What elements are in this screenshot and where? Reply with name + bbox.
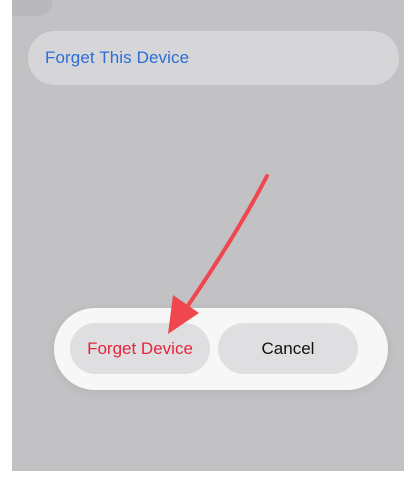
top-shade bbox=[12, 0, 52, 16]
forget-device-button[interactable]: Forget Device bbox=[70, 323, 210, 374]
settings-screen: Forget This Device Forget Device Cancel bbox=[12, 0, 404, 471]
forget-device-action-sheet: Forget Device Cancel bbox=[54, 308, 388, 390]
forget-this-device-label: Forget This Device bbox=[45, 48, 190, 67]
forget-this-device-row[interactable]: Forget This Device bbox=[28, 31, 399, 85]
cancel-button[interactable]: Cancel bbox=[218, 323, 358, 374]
